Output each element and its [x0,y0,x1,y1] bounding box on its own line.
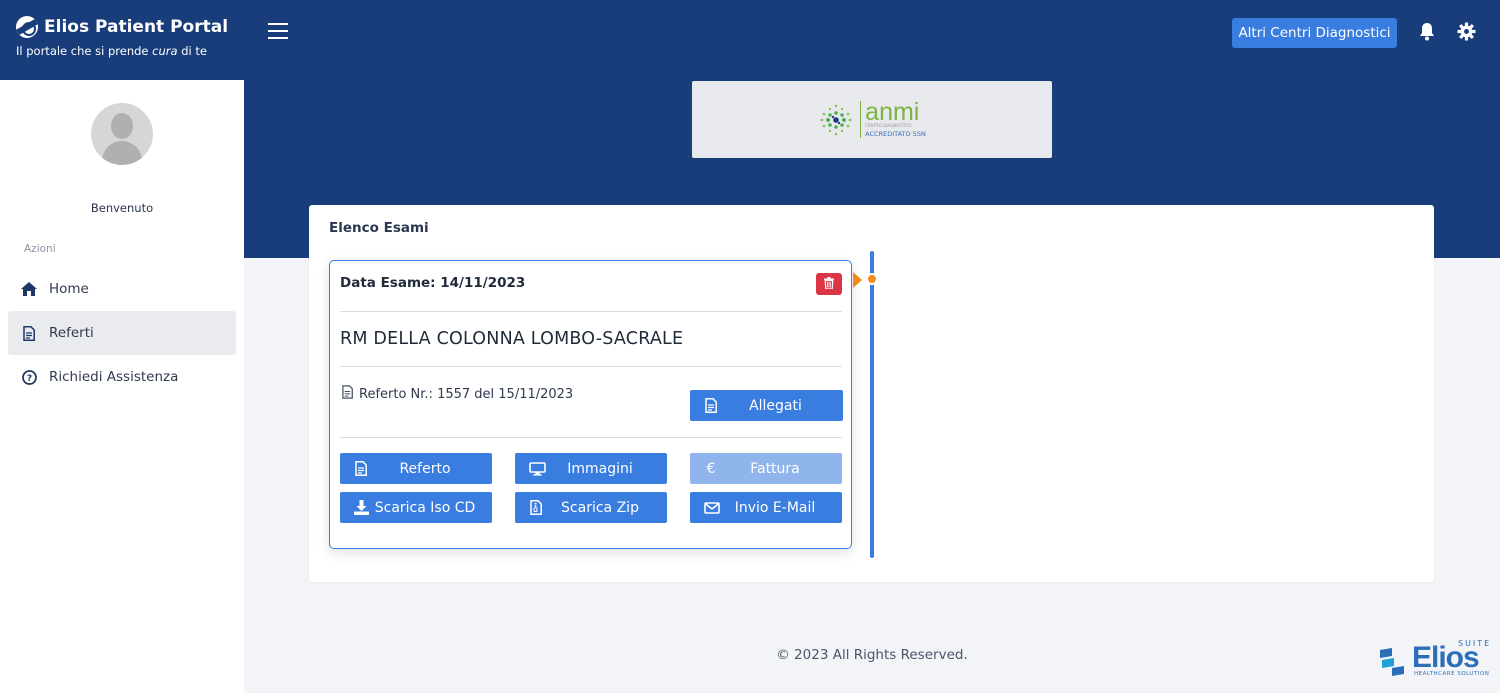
scarica-zip-button[interactable]: Scarica Zip [515,492,667,523]
monitor-icon [529,461,546,476]
sidebar: Elios Patient Portal Il portale che si p… [0,0,244,693]
avatar[interactable] [91,103,153,165]
sidebar-nav: Home Referti ? Richiedi Assistenza [0,267,244,399]
sidebar-item-richiedi-assistenza[interactable]: ? Richiedi Assistenza [8,355,236,399]
document-icon [354,461,368,476]
help-circle-icon: ? [21,369,37,385]
immagini-button[interactable]: Immagini [515,453,667,484]
anmi-word: anmi [865,98,920,126]
fattura-button[interactable]: € Fattura [690,453,842,484]
page-title: Elenco Esami [329,220,429,236]
sidebar-item-label: Referti [49,325,94,341]
divider [340,437,842,438]
elios-tagline: HEALTHCARE SOLUTION [1414,671,1490,677]
sidebar-item-label: Home [49,281,89,297]
euro-icon: € [706,460,716,477]
delete-button[interactable] [816,273,842,295]
trash-icon [824,276,834,292]
elios-mark-icon [1378,646,1406,676]
exam-date: Data Esame: 14/11/2023 [340,275,526,291]
anmi-ssn-text: ACCREDITATO SSN [865,130,926,138]
document-icon [704,398,718,413]
brand-title: Elios Patient Portal [44,17,229,37]
referto-button[interactable]: Referto [340,453,492,484]
download-icon [354,500,369,515]
altri-centri-button[interactable]: Altri Centri Diagnostici [1232,18,1397,48]
elios-suite-logo: Elios SUITE HEALTHCARE SOLUTION [1378,639,1492,680]
timeline-pointer [853,272,862,288]
hamburger-menu-icon[interactable] [268,23,288,39]
gear-icon[interactable] [1457,22,1477,42]
timeline-line [870,251,874,558]
bell-icon[interactable] [1418,22,1438,42]
center-logo: anmi CENTRO DIAGNOSTICO ACCREDITATO SSN [692,81,1052,158]
sidebar-item-referti[interactable]: Referti [8,311,236,355]
home-icon [21,281,37,297]
elios-suite-text: SUITE [1458,639,1492,648]
sidebar-item-home[interactable]: Home [8,267,236,311]
referto-number: Referto Nr.: 1557 del 15/11/2023 [359,386,574,402]
file-archive-icon [529,500,543,515]
welcome-text: Benvenuto [90,201,154,215]
document-icon [342,385,353,403]
exam-name: RM DELLA COLONNA LOMBO-SACRALE [340,329,684,349]
invio-email-button[interactable]: Invio E-Mail [690,492,842,523]
timeline-dot [866,273,878,285]
footer-copyright: © 2023 All Rights Reserved. [776,647,968,663]
section-label-azioni: Azioni [24,243,56,255]
divider [340,311,842,312]
svg-text:?: ? [26,374,31,384]
document-icon [21,325,37,341]
exam-card: Data Esame: 14/11/2023 RM DELLA COLONNA … [329,260,852,549]
envelope-icon [704,500,720,515]
brand-subtitle: Il portale che si prende cura di te [16,44,207,58]
scarica-iso-button[interactable]: Scarica Iso CD [340,492,492,523]
brand-header[interactable]: Elios Patient Portal Il portale che si p… [0,0,244,80]
sidebar-item-label: Richiedi Assistenza [49,369,179,385]
anmi-logo-icon [818,102,854,138]
referto-info: Referto Nr.: 1557 del 15/11/2023 [342,385,573,403]
allegati-button[interactable]: Allegati [690,390,843,421]
portal-logo-icon [16,16,38,38]
divider [340,366,842,367]
